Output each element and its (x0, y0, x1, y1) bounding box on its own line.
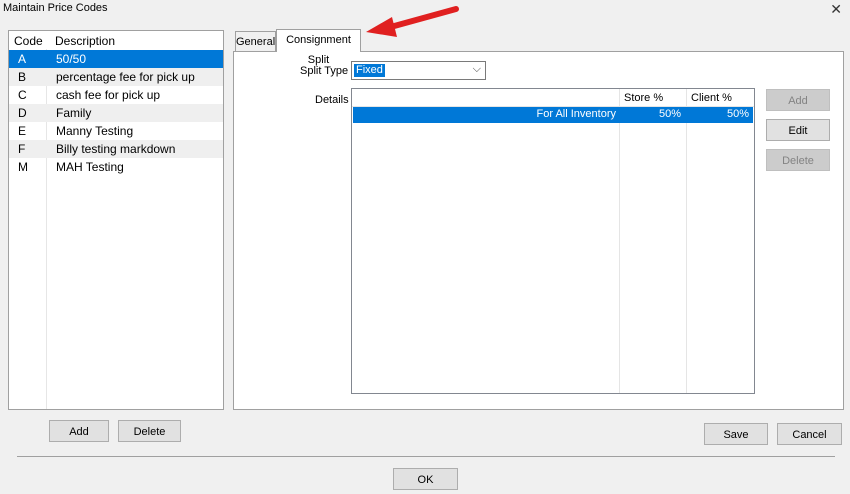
split-type-select[interactable]: Fixed ⌵ (351, 61, 486, 80)
window-title: Maintain Price Codes (3, 2, 108, 14)
column-divider (686, 89, 687, 393)
list-item[interactable]: M MAH Testing (9, 158, 223, 176)
store-percent-cell: 50% (658, 108, 681, 120)
add-detail-button[interactable]: Add (766, 89, 830, 111)
client-percent-cell: 50% (726, 108, 749, 120)
column-divider (619, 89, 620, 393)
store-percent-header[interactable]: Store % (624, 92, 663, 104)
tab-consignment-split[interactable]: Consignment Split (276, 29, 361, 66)
list-item[interactable]: E Manny Testing (9, 122, 223, 140)
item-code: C (18, 88, 27, 102)
item-code: D (18, 106, 27, 120)
add-price-code-button[interactable]: Add (49, 420, 109, 442)
table-row[interactable]: For All Inventory 50% 50% (353, 107, 753, 123)
item-description: Billy testing markdown (56, 142, 176, 156)
list-header: Code Description (9, 31, 223, 49)
edit-detail-button[interactable]: Edit (766, 119, 830, 141)
item-description: Family (56, 106, 92, 120)
ok-button[interactable]: OK (393, 468, 458, 490)
code-column-header[interactable]: Code (14, 34, 43, 48)
details-label: Details (315, 94, 349, 106)
item-code: M (18, 160, 28, 174)
annotation-arrow-icon (366, 6, 459, 37)
list-item[interactable]: A 50/50 (9, 50, 223, 68)
list-item[interactable]: C cash fee for pick up (9, 86, 223, 104)
item-code: B (18, 70, 27, 84)
item-description: 50/50 (56, 52, 87, 66)
item-description: cash fee for pick up (56, 88, 161, 102)
tab-general[interactable]: General (235, 31, 276, 51)
item-code: F (18, 142, 26, 156)
footer-divider (17, 456, 835, 457)
list-item[interactable]: B percentage fee for pick up (9, 68, 223, 86)
delete-detail-button[interactable]: Delete (766, 149, 830, 171)
details-grid[interactable]: Store % Client % For All Inventory 50% 5… (351, 88, 755, 394)
grid-header: Store % Client % (352, 89, 754, 107)
save-button[interactable]: Save (704, 423, 768, 445)
list-item[interactable]: F Billy testing markdown (9, 140, 223, 158)
client-percent-header[interactable]: Client % (691, 92, 732, 104)
item-description: MAH Testing (56, 160, 124, 174)
split-type-value: Fixed (354, 64, 385, 77)
inventory-cell: For All Inventory (536, 108, 616, 120)
item-description: percentage fee for pick up (56, 70, 195, 84)
description-column-header[interactable]: Description (55, 34, 115, 48)
item-code: E (18, 124, 27, 138)
delete-price-code-button[interactable]: Delete (118, 420, 181, 442)
cancel-button[interactable]: Cancel (777, 423, 842, 445)
item-code: A (18, 52, 27, 66)
item-description: Manny Testing (56, 124, 134, 138)
price-code-list[interactable]: Code Description A 50/50 B percentage fe… (8, 30, 224, 410)
chevron-down-icon[interactable]: ⌵ (473, 63, 481, 76)
close-icon[interactable]: ✕ (830, 1, 842, 18)
list-item[interactable]: D Family (9, 104, 223, 122)
